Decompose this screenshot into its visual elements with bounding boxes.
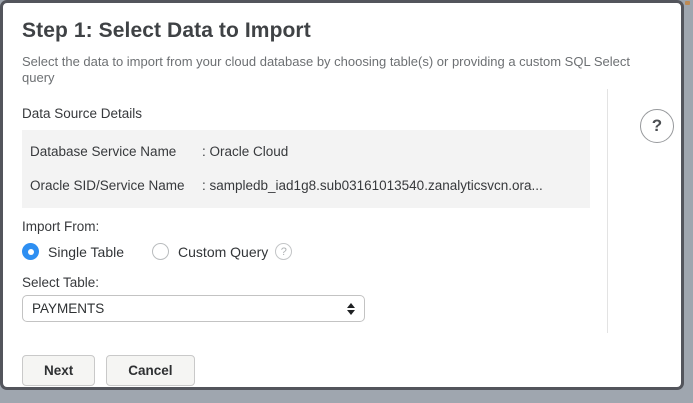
radio-option-custom-query[interactable]: Custom Query	[152, 243, 268, 260]
custom-query-help-icon[interactable]: ?	[275, 243, 292, 260]
table-select-value: PAYMENTS	[32, 301, 104, 316]
page-title: Step 1: Select Data to Import	[22, 18, 662, 44]
radio-single-table-label: Single Table	[48, 244, 124, 260]
cancel-button[interactable]: Cancel	[106, 355, 194, 386]
next-button[interactable]: Next	[22, 355, 95, 386]
table-select-dropdown[interactable]: PAYMENTS	[22, 295, 365, 322]
oracle-sid-service-name-value: : sampledb_iad1g8.sub03161013540.zanalyt…	[202, 178, 582, 194]
radio-unchecked-icon[interactable]	[152, 243, 169, 260]
dialog-footer: Next Cancel	[22, 355, 662, 386]
data-source-details-heading: Data Source Details	[22, 106, 662, 121]
radio-checked-icon[interactable]	[22, 243, 39, 260]
import-from-label: Import From:	[22, 219, 662, 234]
database-service-name-value: : Oracle Cloud	[202, 144, 582, 160]
import-dialog: Step 1: Select Data to Import Select the…	[0, 0, 684, 390]
table-row: Oracle SID/Service Name : sampledb_iad1g…	[22, 169, 590, 203]
scrollbar-artifact	[685, 1, 690, 5]
select-stepper-icon	[347, 303, 355, 315]
table-row: Database Service Name : Oracle Cloud	[22, 135, 590, 169]
page-background: Step 1: Select Data to Import Select the…	[0, 0, 693, 403]
oracle-sid-service-name-label: Oracle SID/Service Name	[30, 178, 202, 194]
select-table-label: Select Table:	[22, 275, 662, 290]
radio-option-single-table[interactable]: Single Table	[22, 243, 124, 260]
help-button[interactable]: ?	[640, 109, 674, 143]
import-from-options: Single Table Custom Query ?	[22, 243, 662, 260]
radio-custom-query-label: Custom Query	[178, 244, 268, 260]
data-source-details-panel: Database Service Name : Oracle Cloud Ora…	[22, 130, 590, 208]
vertical-divider	[607, 89, 608, 333]
database-service-name-label: Database Service Name	[30, 144, 202, 160]
dialog-subtitle: Select the data to import from your clou…	[22, 54, 662, 86]
